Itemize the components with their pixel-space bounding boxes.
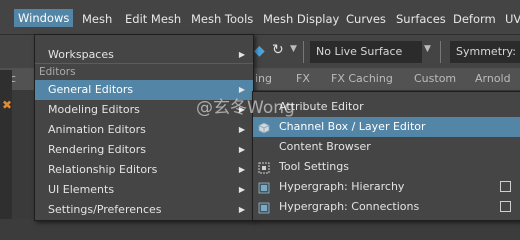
chevron-down-icon[interactable]: ▼: [290, 44, 297, 54]
menu-item-label: Workspaces: [48, 48, 114, 61]
menu-item-settings-preferences[interactable]: Settings/Preferences ▶: [35, 200, 253, 220]
menu-item-animation-editors[interactable]: Animation Editors ▶: [35, 120, 253, 140]
menu-item-label: General Editors: [48, 83, 134, 96]
submenu-arrow-icon: ▶: [238, 185, 245, 194]
live-surface-field[interactable]: No Live Surface: [310, 41, 422, 63]
menu-windows[interactable]: Windows: [14, 9, 74, 27]
menu-item-relationship-editors[interactable]: Relationship Editors ▶: [35, 160, 253, 180]
left-toolbox: [0, 70, 12, 219]
menu-item-label: Content Browser: [279, 140, 371, 153]
submenu-arrow-icon: ▶: [238, 50, 245, 59]
menu-mesh[interactable]: Mesh: [82, 10, 112, 28]
watermark: @玄冬Wong: [196, 98, 295, 118]
menu-uv[interactable]: UV: [505, 10, 520, 28]
symmetry-field[interactable]: Symmetry: O: [450, 41, 520, 63]
submenu-arrow-icon: ▶: [238, 145, 245, 154]
menu-item-ui-elements[interactable]: UI Elements ▶: [35, 180, 253, 200]
menu-surfaces[interactable]: Surfaces: [396, 10, 446, 28]
menu-item-label: Rendering Editors: [48, 143, 146, 156]
menu-edit-mesh[interactable]: Edit Mesh: [125, 10, 181, 28]
chevron-down-icon[interactable]: ▼: [424, 44, 431, 54]
shelf-tab-fx-caching[interactable]: FX Caching: [331, 72, 393, 85]
menu-mesh-display[interactable]: Mesh Display: [263, 10, 339, 28]
rotate-icon[interactable]: ↻: [272, 42, 284, 58]
shelf-tab-arnold[interactable]: Arnold: [475, 72, 511, 85]
menu-item-label: Animation Editors: [48, 123, 146, 136]
menu-item-workspaces[interactable]: Workspaces ▶: [35, 45, 253, 65]
tool-settings-icon: [258, 161, 270, 174]
menu-item-label: Modeling Editors: [48, 103, 140, 116]
toolbar-divider: [303, 41, 304, 63]
menu-section-label: Editors: [39, 66, 76, 78]
menu-item-content-browser[interactable]: Content Browser: [253, 137, 520, 157]
option-box-icon[interactable]: [500, 201, 511, 212]
option-box-icon[interactable]: [500, 181, 511, 192]
menu-item-hypergraph-connections[interactable]: Hypergraph: Connections: [253, 197, 520, 217]
main-menubar: Windows Mesh Edit Mesh Mesh Tools Mesh D…: [0, 0, 520, 34]
shelf-tab-fx[interactable]: FX: [296, 72, 310, 85]
menu-item-channel-box-layer-editor[interactable]: Channel Box / Layer Editor: [253, 117, 520, 137]
menu-item-label: UI Elements: [48, 183, 115, 196]
windows-dropdown-menu: Workspaces ▶ Editors General Editors ▶ M…: [34, 34, 254, 221]
menu-item-label: Hypergraph: Connections: [279, 200, 420, 213]
menu-item-label: Channel Box / Layer Editor: [279, 120, 426, 133]
hypergraph-icon: [258, 201, 270, 214]
submenu-arrow-icon: ▶: [238, 205, 245, 214]
shelf-tab-custom[interactable]: Custom: [414, 72, 456, 85]
shelf-tab-rendering[interactable]: ing: [255, 72, 272, 85]
menu-deform[interactable]: Deform: [453, 10, 496, 28]
close-icon[interactable]: ✖: [2, 98, 12, 112]
menu-item-hypergraph-hierarchy[interactable]: Hypergraph: Hierarchy: [253, 177, 520, 197]
menu-curves[interactable]: Curves: [346, 10, 386, 28]
toolbar-divider: [440, 41, 441, 63]
menu-item-label: Hypergraph: Hierarchy: [279, 180, 405, 193]
menu-item-label: Settings/Preferences: [48, 203, 162, 216]
menu-item-label: Relationship Editors: [48, 163, 158, 176]
cube-icon: [258, 121, 270, 134]
magnet-icon[interactable]: ◆: [254, 43, 265, 59]
submenu-arrow-icon: ▶: [238, 125, 245, 134]
hypergraph-icon: [258, 181, 270, 194]
menu-divider: [35, 63, 253, 64]
submenu-arrow-icon: ▶: [238, 165, 245, 174]
menu-mesh-tools[interactable]: Mesh Tools: [191, 10, 253, 28]
menu-item-label: Tool Settings: [279, 160, 349, 173]
menu-item-tool-settings[interactable]: Tool Settings: [253, 157, 520, 177]
menu-item-rendering-editors[interactable]: Rendering Editors ▶: [35, 140, 253, 160]
